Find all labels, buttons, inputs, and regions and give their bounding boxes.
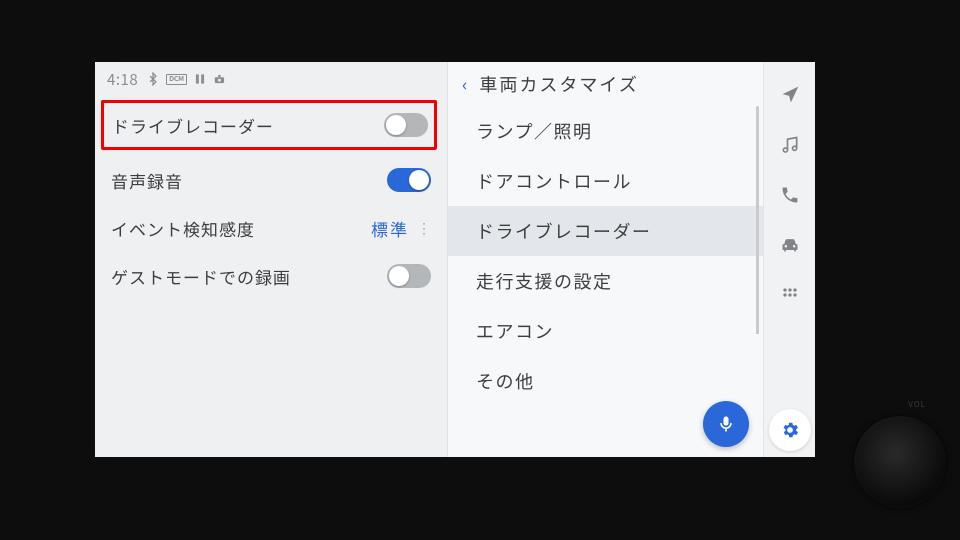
rail-navigation[interactable] — [764, 70, 815, 120]
menu-item-drive-recorder[interactable]: ドライブレコーダー — [448, 206, 763, 256]
setting-label: イベント検知感度 — [111, 216, 255, 241]
volume-knob[interactable] — [854, 416, 946, 508]
phone-icon — [780, 185, 800, 205]
setting-event-sensitivity[interactable]: イベント検知感度 標準 ⋮ — [103, 204, 437, 252]
menu-pane: ‹ 車両カスタマイズ ランプ／照明 ドアコントロール ドライブレコーダー 走行支… — [447, 62, 763, 457]
toggle-audio-recording[interactable] — [387, 168, 431, 192]
setting-audio-recording[interactable]: 音声録音 — [103, 156, 437, 204]
mic-icon — [716, 414, 736, 434]
bluetooth-icon — [146, 72, 160, 86]
rail-music[interactable] — [764, 120, 815, 170]
menu-header: ‹ 車両カスタマイズ — [448, 62, 763, 106]
menu-item-other[interactable]: その他 — [448, 356, 763, 406]
pause-icon — [193, 72, 207, 86]
settings-pane: 4:18 DCM ドライブレコーダー — [95, 62, 447, 457]
apps-icon — [780, 285, 800, 305]
car-icon — [780, 235, 800, 255]
setting-guest-mode-recording[interactable]: ゲストモードでの録画 — [103, 252, 437, 300]
menu-item-door[interactable]: ドアコントロール — [448, 156, 763, 206]
menu-item-driving-assist[interactable]: 走行支援の設定 — [448, 256, 763, 306]
infotainment-screen: 4:18 DCM ドライブレコーダー — [95, 62, 815, 457]
setting-label: ゲストモードでの録画 — [111, 264, 291, 289]
setting-label: ドライブレコーダー — [112, 113, 274, 138]
rail-phone[interactable] — [764, 170, 815, 220]
menu-item-lamps[interactable]: ランプ／照明 — [448, 106, 763, 156]
setting-drive-recorder[interactable]: ドライブレコーダー — [104, 103, 434, 147]
gear-icon — [780, 420, 800, 440]
status-bar: 4:18 DCM — [103, 62, 437, 96]
voice-assist-button[interactable] — [703, 401, 749, 447]
navigation-icon — [780, 85, 800, 105]
menu-item-aircon[interactable]: エアコン — [448, 306, 763, 356]
music-icon — [780, 135, 800, 155]
rail-vehicle[interactable] — [764, 220, 815, 270]
clock: 4:18 — [107, 69, 138, 90]
setting-value: 標準 — [371, 216, 409, 241]
toggle-guest-mode[interactable] — [387, 264, 431, 288]
setting-label: 音声録音 — [111, 168, 183, 193]
rail-apps[interactable] — [764, 270, 815, 320]
toggle-drive-recorder[interactable] — [384, 113, 428, 137]
menu-title: 車両カスタマイズ — [479, 71, 638, 97]
dcm-icon: DCM — [166, 74, 187, 85]
more-icon[interactable]: ⋮ — [417, 221, 431, 235]
nav-rail — [763, 62, 815, 457]
highlighted-setting: ドライブレコーダー — [101, 100, 437, 150]
bezel: 4:18 DCM ドライブレコーダー — [0, 0, 960, 540]
volume-label: VOL — [908, 399, 926, 410]
back-chevron-icon[interactable]: ‹ — [462, 71, 467, 97]
rail-settings[interactable] — [769, 409, 811, 451]
dashcam-icon — [213, 72, 227, 86]
